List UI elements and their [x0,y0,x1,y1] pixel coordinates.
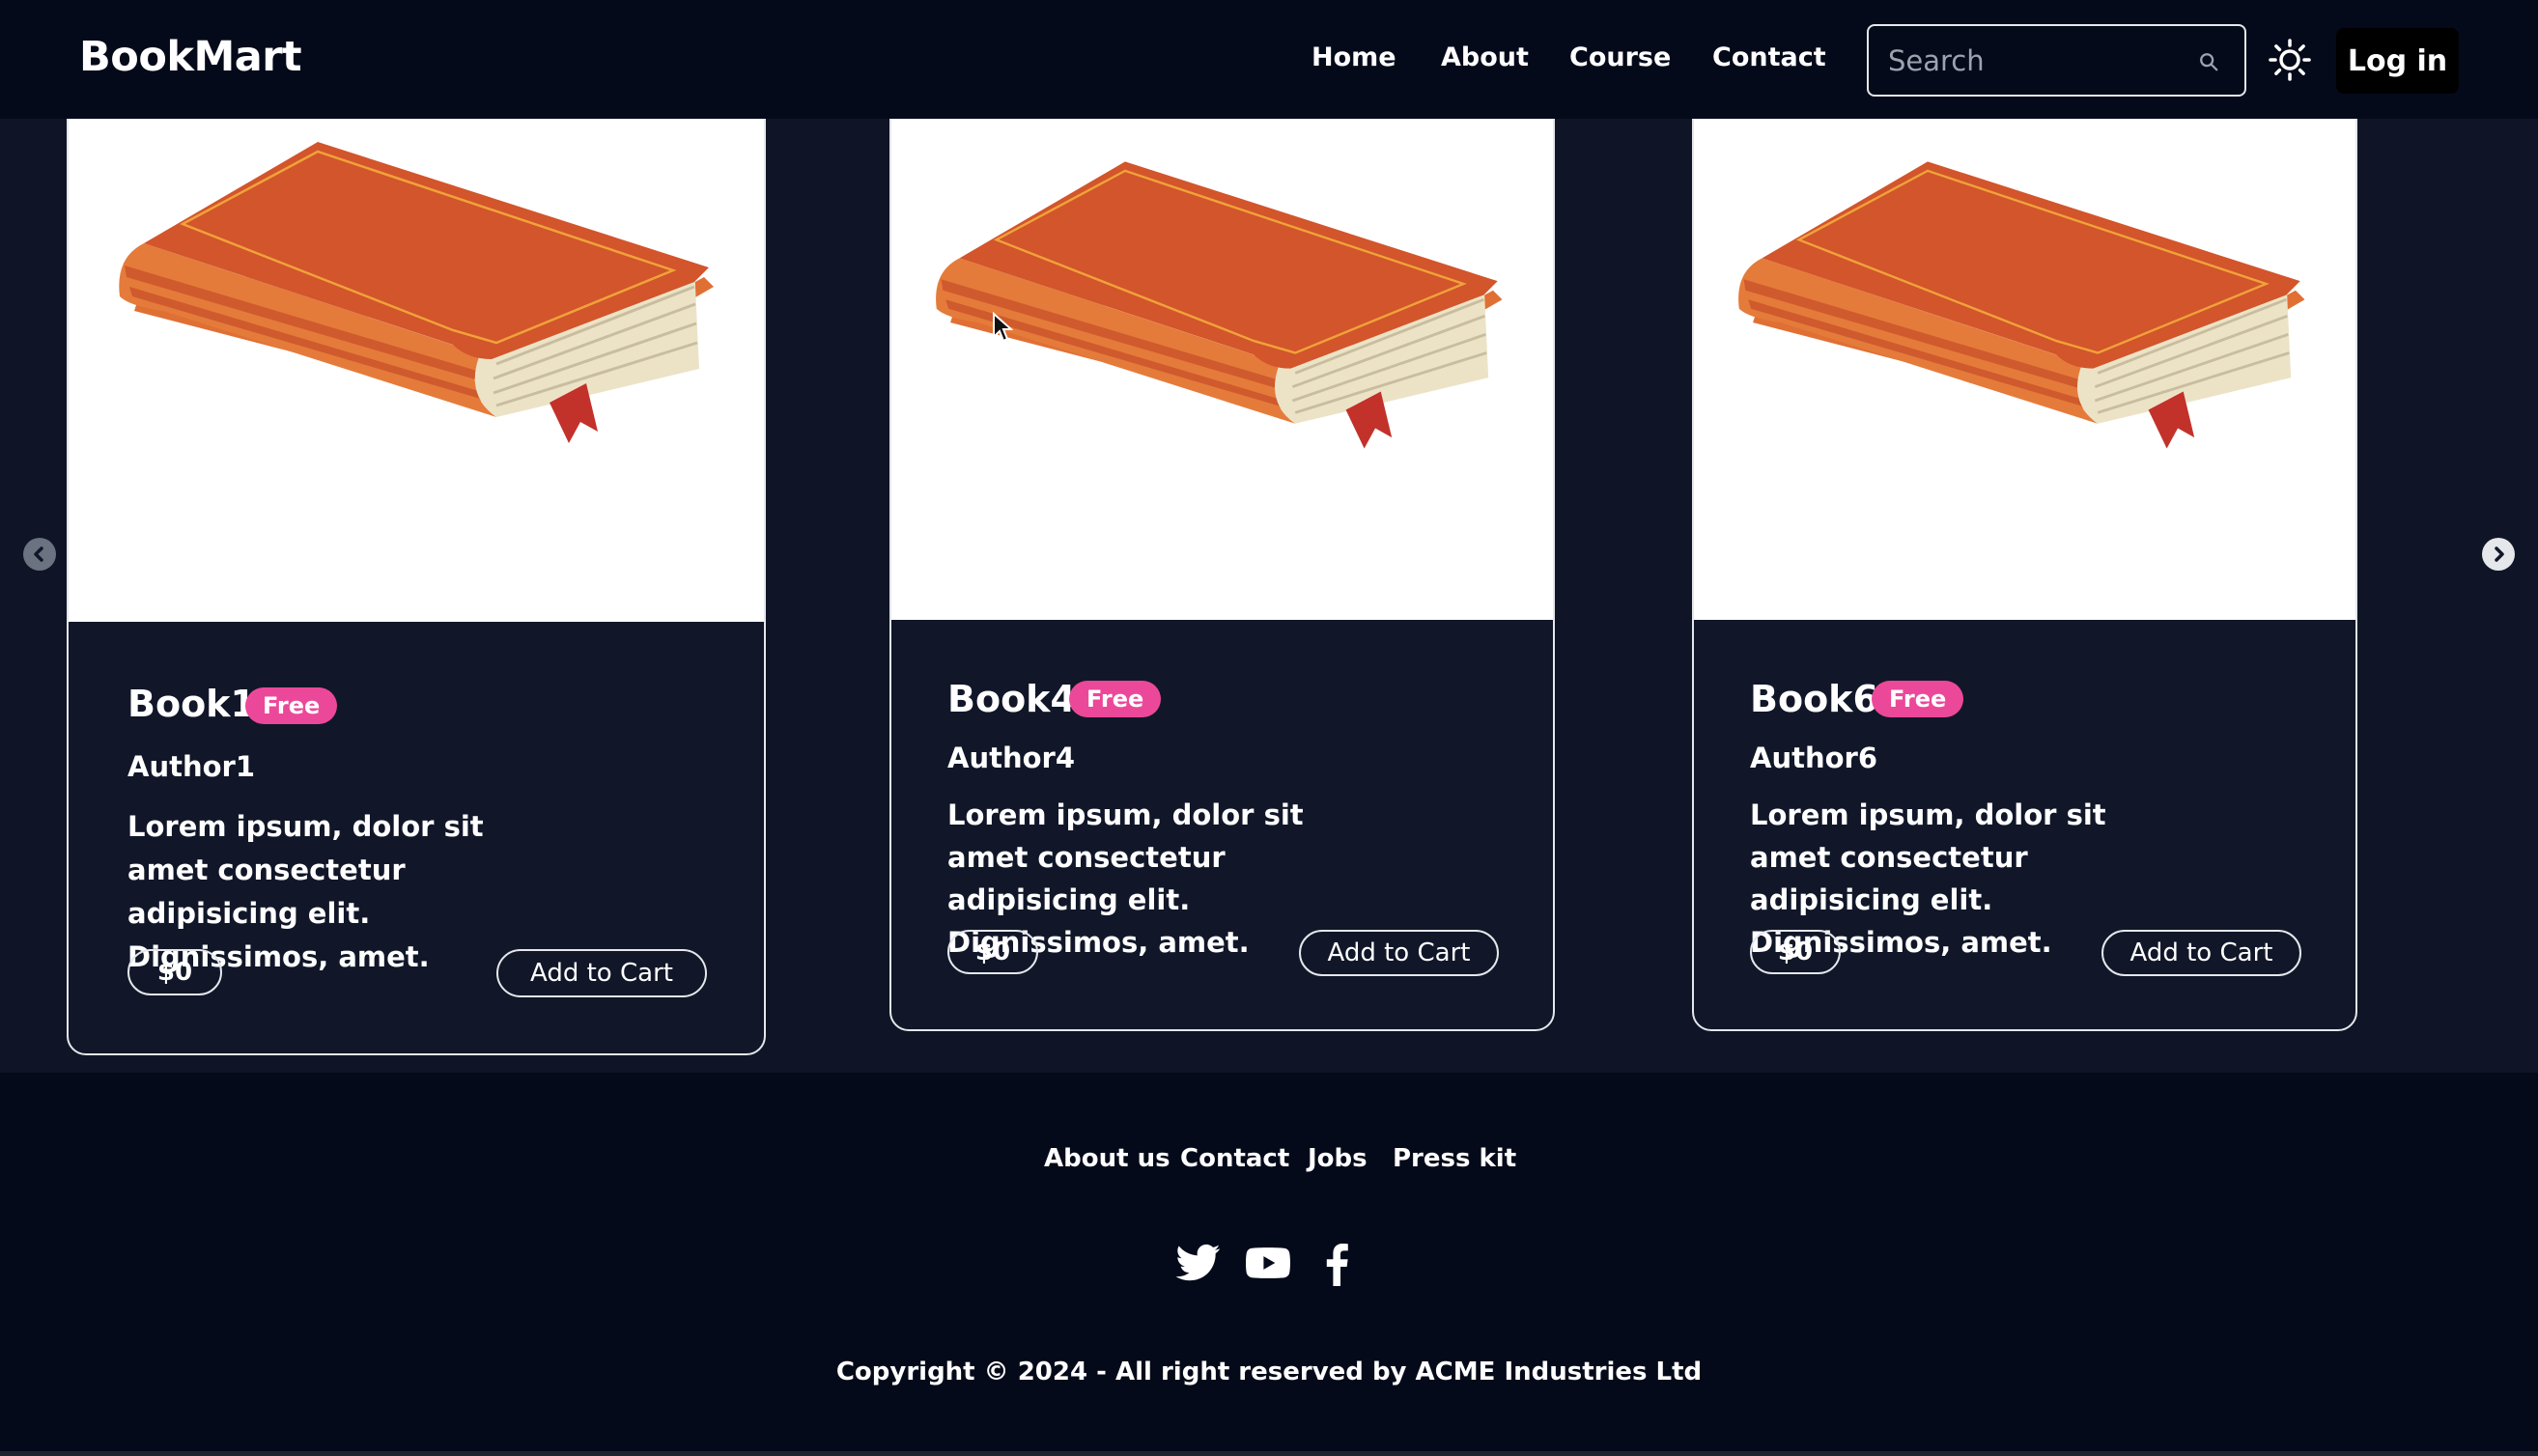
nav-contact[interactable]: Contact [1712,42,1826,72]
book-card: Book6 Free Author6 Lorem ipsum, dolor si… [1692,77,2357,1031]
card-title: Book6 [1750,678,1878,720]
card-title: Book1 [127,683,256,725]
footer-link-contact[interactable]: Contact [1180,1144,1289,1173]
copyright-text: Copyright © 2024 - All right reserved by… [835,1358,1703,1386]
chevron-left-icon [34,546,43,562]
twitter-icon[interactable] [1176,1244,1221,1282]
youtube-icon[interactable] [1246,1244,1290,1282]
footer-link-press-kit[interactable]: Press kit [1393,1144,1516,1173]
free-badge: Free [1872,681,1964,717]
window-bottom-border [0,1451,2538,1456]
price-pill: $0 [947,930,1038,974]
card-author: Author1 [127,750,256,783]
carousel-next-button[interactable] [2482,538,2515,571]
book-illustration-icon [934,161,1504,450]
nav-course[interactable]: Course [1569,42,1671,72]
search-icon[interactable] [2198,51,2219,72]
book-illustration-icon [117,142,716,445]
card-image [69,79,764,622]
add-to-cart-button[interactable]: Add to Cart [2101,930,2301,976]
mouse-cursor-icon [993,312,1013,343]
price-pill: $0 [127,949,222,995]
footer-link-jobs[interactable]: Jobs [1308,1144,1368,1173]
book-card: Book1 Free Author1 Lorem ipsum, dolor si… [67,77,766,1055]
free-badge: Free [1069,681,1162,717]
brand-logo[interactable]: BookMart [79,33,302,81]
footer: About us Contact Jobs Press kit Copyrigh… [0,1073,2538,1456]
price-pill: $0 [1750,930,1841,974]
book-illustration-icon [1736,161,2306,450]
book-card: Book4 Free Author4 Lorem ipsum, dolor si… [889,77,1555,1031]
card-title: Book4 [947,678,1076,720]
carousel-prev-button[interactable] [23,538,56,571]
sun-icon[interactable] [2269,39,2311,81]
search-box [1867,24,2246,97]
card-image [891,79,1553,620]
facebook-icon[interactable] [1325,1244,1348,1286]
navbar: BookMart Home About Course Contact Log i… [0,0,2538,119]
login-button[interactable]: Log in [2336,28,2459,94]
chevron-right-icon [2495,546,2504,562]
card-author: Author4 [947,742,1076,774]
nav-about[interactable]: About [1441,42,1529,72]
free-badge: Free [245,687,338,724]
add-to-cart-button[interactable]: Add to Cart [496,949,707,997]
footer-link-about-us[interactable]: About us [1044,1144,1170,1173]
search-input[interactable] [1888,40,2178,82]
add-to-cart-button[interactable]: Add to Cart [1299,930,1499,976]
card-author: Author6 [1750,742,1878,774]
nav-home[interactable]: Home [1311,42,1396,72]
card-image [1694,79,2355,620]
